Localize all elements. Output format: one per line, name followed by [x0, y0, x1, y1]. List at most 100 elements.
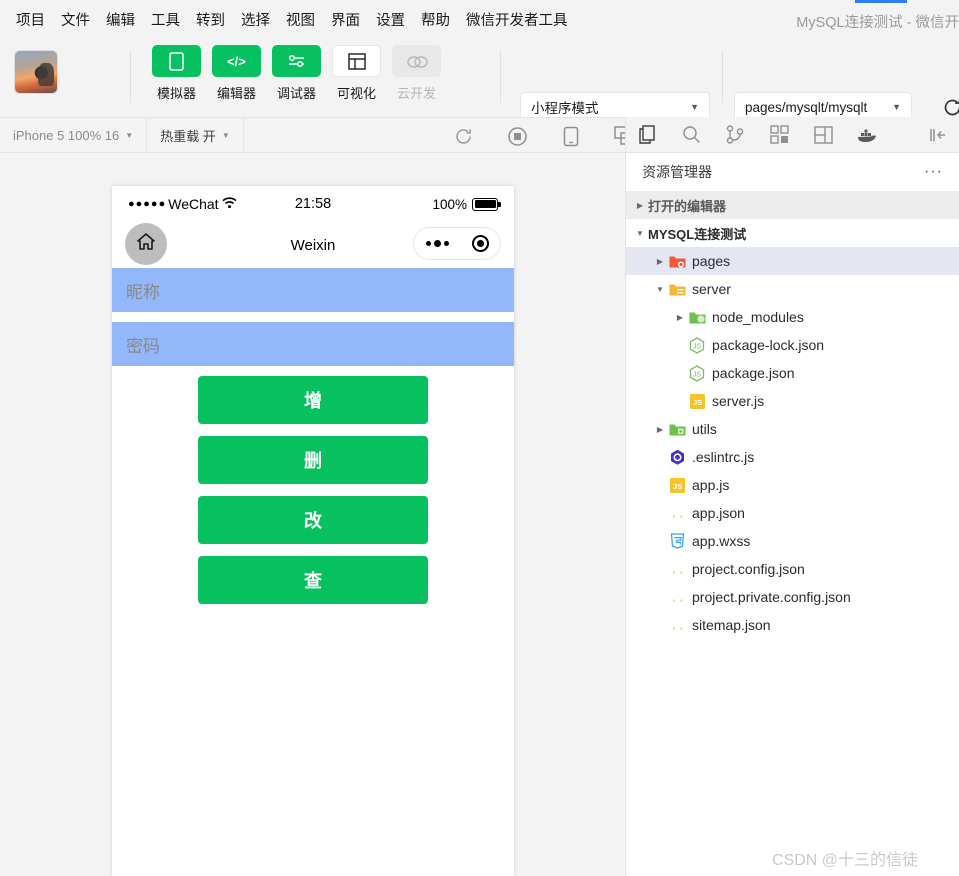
- tree-item-package-lock-json[interactable]: JS package-lock.json: [626, 331, 959, 359]
- chevron-right-icon[interactable]: ▶: [652, 425, 668, 434]
- menu-item-goto[interactable]: 转到: [188, 5, 233, 34]
- refresh-icon: [455, 128, 471, 144]
- npm-file-icon: JS: [688, 364, 706, 382]
- svg-text:{..}: {..}: [669, 592, 686, 606]
- sliders-icon: [272, 45, 321, 77]
- folder-utils-icon: [668, 420, 686, 438]
- menu-item-project[interactable]: 项目: [8, 5, 53, 34]
- js-file-icon: JS: [668, 476, 686, 494]
- files-icon[interactable]: [636, 124, 658, 146]
- update-button[interactable]: 改: [198, 496, 428, 544]
- tree-item--eslintrc-js[interactable]: .eslintrc.js: [626, 443, 959, 471]
- tool-visualization[interactable]: 可视化: [332, 45, 381, 102]
- tree-item-node-modules[interactable]: ▶ node_modules: [626, 303, 959, 331]
- page-select-value: pages/mysqlt/mysqlt: [745, 99, 868, 115]
- tool-cloud[interactable]: 云开发: [392, 45, 441, 102]
- search-icon[interactable]: [680, 124, 702, 146]
- svg-text:JS: JS: [693, 343, 702, 350]
- phone-preview-icon: [563, 126, 579, 146]
- tool-debugger[interactable]: 调试器: [272, 45, 321, 102]
- cloud-icon: [392, 45, 441, 77]
- record-stop-button[interactable]: [506, 125, 528, 147]
- source-control-icon[interactable]: [724, 124, 746, 146]
- menu-item-file[interactable]: 文件: [53, 5, 98, 34]
- tool-editor-label: 编辑器: [216, 86, 256, 101]
- tree-item-server[interactable]: ▼ server: [626, 275, 959, 303]
- docker-icon[interactable]: [856, 124, 878, 146]
- password-placeholder: 密码: [126, 336, 160, 356]
- section-project-root[interactable]: ▼ MYSQL连接测试: [626, 219, 959, 247]
- query-button[interactable]: 查: [198, 556, 428, 604]
- main-toolbar: 模拟器 </> 编辑器 调试器 可视化 云开发 小程序模式 ▼ pages/my…: [0, 39, 959, 144]
- menu-item-help[interactable]: 帮助: [413, 5, 458, 34]
- chevron-down-icon[interactable]: ▼: [652, 285, 668, 294]
- device-select[interactable]: iPhone 5 100% 16 ▼: [0, 117, 148, 153]
- carrier-label: WeChat: [168, 196, 219, 212]
- wifi-icon: [222, 196, 237, 212]
- tool-simulator[interactable]: 模拟器: [152, 45, 201, 102]
- ellipsis-icon[interactable]: ···: [924, 163, 943, 181]
- collapse-panel-icon[interactable]: [927, 124, 949, 146]
- extensions-icon[interactable]: [768, 124, 790, 146]
- json-file-icon: {..}: [668, 504, 686, 522]
- css-file-icon: [668, 532, 686, 550]
- toolbar-divider-3: [722, 51, 723, 103]
- chevron-right-icon[interactable]: ▶: [672, 313, 688, 322]
- menu-item-edit[interactable]: 编辑: [98, 5, 143, 34]
- svg-text:{..}: {..}: [669, 564, 686, 578]
- tree-item-pages[interactable]: ▶ pages: [626, 247, 959, 275]
- nickname-input[interactable]: 昵称: [112, 268, 514, 312]
- folder-node-icon: [688, 308, 706, 326]
- layout-split-icon[interactable]: [812, 124, 834, 146]
- tree-item-label: sitemap.json: [692, 617, 771, 633]
- active-tab-accent: [855, 0, 907, 3]
- layout-icon: [332, 45, 381, 77]
- eslint-file-icon: [668, 448, 686, 466]
- phone-preview-button[interactable]: [560, 125, 582, 147]
- tree-item-server-js[interactable]: JS server.js: [626, 387, 959, 415]
- project-thumbnail[interactable]: [14, 50, 58, 94]
- tree-item-app-wxss[interactable]: app.wxss: [626, 527, 959, 555]
- chevron-right-icon[interactable]: ▶: [652, 257, 668, 266]
- menu-item-select[interactable]: 选择: [233, 5, 278, 34]
- menu-item-interface[interactable]: 界面: [323, 5, 368, 34]
- tree-item-sitemap-json[interactable]: {..} sitemap.json: [626, 611, 959, 639]
- folder-server-icon: [668, 280, 686, 298]
- chevron-down-icon: ▼: [221, 130, 230, 140]
- menu-item-tools[interactable]: 工具: [143, 5, 188, 34]
- watermark: CSDN @十三的信徒: [772, 852, 919, 869]
- tool-cloud-label: 云开发: [396, 86, 436, 101]
- tree-item-app-json[interactable]: {..} app.json: [626, 499, 959, 527]
- chevron-down-icon: ▼: [125, 130, 134, 140]
- device-select-value: iPhone 5 100% 16: [13, 127, 120, 143]
- target-circle-icon[interactable]: [471, 235, 489, 252]
- menu-item-devtools[interactable]: 微信开发者工具: [458, 5, 576, 34]
- tree-item-label: .eslintrc.js: [692, 449, 755, 465]
- refresh-sim-button[interactable]: [452, 125, 474, 147]
- tree-item-utils[interactable]: ▶ utils: [626, 415, 959, 443]
- tree-item-package-json[interactable]: JS package.json: [626, 359, 959, 387]
- tree-item-app-js[interactable]: JS app.js: [626, 471, 959, 499]
- svg-text:JS: JS: [672, 481, 681, 490]
- code-icon: </>: [212, 45, 261, 77]
- tree-item-project-config-json[interactable]: {..} project.config.json: [626, 555, 959, 583]
- add-button[interactable]: 增: [198, 376, 428, 424]
- tool-editor[interactable]: </> 编辑器: [212, 45, 261, 102]
- toolbar-divider-2: [500, 51, 501, 103]
- section-open-editors[interactable]: ▶ 打开的编辑器: [626, 191, 959, 219]
- hot-reload-select[interactable]: 热重载 开 ▼: [147, 117, 244, 153]
- delete-button[interactable]: 删: [198, 436, 428, 484]
- svg-text:{..}: {..}: [669, 620, 686, 634]
- capsule-button[interactable]: [413, 227, 501, 260]
- status-carrier-group: ●●●●● WeChat: [128, 196, 237, 212]
- tree-item-project-private-config-json[interactable]: {..} project.private.config.json: [626, 583, 959, 611]
- svg-text:JS: JS: [693, 371, 702, 378]
- menu-item-settings[interactable]: 设置: [368, 5, 413, 34]
- more-dots-icon[interactable]: [425, 240, 449, 247]
- menu-item-view[interactable]: 视图: [278, 5, 323, 34]
- tree-item-label: package-lock.json: [712, 337, 825, 353]
- password-input[interactable]: 密码: [112, 322, 514, 366]
- window-title: MySQL连接测试 - 微信开: [796, 15, 959, 31]
- tree-item-label: package.json: [712, 365, 795, 381]
- phone-nav-bar: Weixin: [112, 222, 514, 268]
